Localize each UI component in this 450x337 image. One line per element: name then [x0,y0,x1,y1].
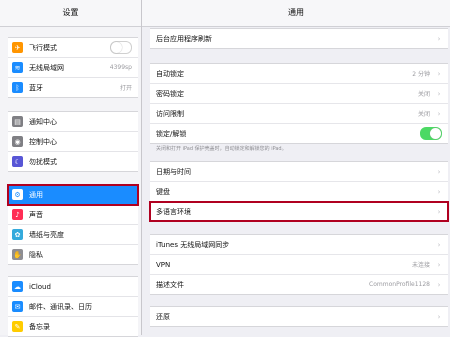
sidebar-item-label: 隐私 [29,250,43,259]
sidebar-item-bluetooth[interactable]: ᛒ 蓝牙 打开 [8,78,138,97]
chevron-right-icon: › [437,260,441,269]
notification-icon: ▤ [12,116,23,127]
group-locale: 日期与时间 › 键盘 › 多语言环境 › [149,161,449,222]
chevron-right-icon: › [437,207,441,216]
row-label: 描述文件 [156,280,184,289]
bluetooth-icon: ᛒ [12,82,23,93]
control-center-icon: ◉ [12,136,23,147]
row-background-app-refresh[interactable]: 后台应用程序刷新 › [150,29,448,48]
vpn-status-value: 未连接 [411,262,430,269]
group-background-refresh: 后台应用程序刷新 › [150,28,448,49]
sidebar-item-label: 无线局域网 [29,63,64,72]
sidebar-item-label: 声音 [29,210,43,219]
row-label: 自动锁定 [156,69,184,78]
row-lock-unlock: 锁定/解锁 [150,124,448,143]
chevron-right-icon: › [437,89,441,98]
chevron-right-icon: › [437,109,441,118]
sidebar-item-general[interactable]: ⚙ 通用 [7,184,139,206]
sidebar-group-general: ⚙ 通用 ♪ 声音 ✿ 墙纸与亮度 ✋ 隐私 [7,184,139,265]
row-label: 键盘 [156,187,170,196]
sidebar-item-control-center[interactable]: ◉ 控制中心 [8,132,138,152]
sidebar-group-connectivity: ✈ 飞行模式 ≋ 无线局域网 4399sp ᛒ 蓝牙 打开 [8,37,138,98]
wifi-icon: ≋ [12,62,23,73]
row-itunes-wifi-sync[interactable]: iTunes 无线局域网同步 › [150,235,448,255]
sidebar-item-label: iCloud [29,282,51,291]
settings-window: 设置 ✈ 飞行模式 ≋ 无线局域网 4399sp ᛒ 蓝牙 打开 ▤ 通知中心 [0,0,450,337]
row-keyboard[interactable]: 键盘 › [150,182,448,202]
sidebar-item-label: 墙纸与亮度 [29,230,64,239]
sidebar-item-label: 通知中心 [29,117,57,126]
chevron-right-icon: › [437,280,441,289]
sidebar-item-label: 飞行模式 [29,43,57,52]
row-label: 多语言环境 [156,207,191,216]
gear-icon: ⚙ [12,189,23,200]
sidebar-item-wallpaper[interactable]: ✿ 墙纸与亮度 [8,225,138,245]
sidebar-group-accounts: ☁ iCloud ✉ 邮件、通讯录、日历 ✎ 备忘录 [8,276,138,337]
sidebar-item-label: 勿扰模式 [29,157,57,166]
sidebar-item-label: 控制中心 [29,137,57,146]
sidebar-title: 设置 [0,0,141,27]
sidebar-item-icloud[interactable]: ☁ iCloud [8,277,138,297]
page-title: 通用 [142,0,450,27]
row-profile[interactable]: 描述文件 CommonProfile1128 › [150,275,448,294]
mail-icon: ✉ [12,301,23,312]
row-label: iTunes 无线局域网同步 [156,240,230,249]
group-lock: 自动锁定 2 分钟 › 密码锁定 关闭 › 访问限制 关闭 › 锁定/解锁 [150,63,448,144]
lock-unlock-footnote: 关闭和打开 iPad 保护壳盖时，自动锁定和解锁您的 iPad。 [156,146,287,152]
profile-value: CommonProfile1128 [369,281,430,288]
moon-icon: ☾ [12,156,23,167]
wallpaper-icon: ✿ [12,229,23,240]
row-passcode-lock[interactable]: 密码锁定 关闭 › [150,84,448,104]
sidebar-item-label: 邮件、通讯录、日历 [29,302,92,311]
restrictions-value: 关闭 [417,111,430,118]
sidebar-item-notes[interactable]: ✎ 备忘录 [8,317,138,336]
sidebar-item-sounds[interactable]: ♪ 声音 [8,205,138,225]
cloud-icon: ☁ [12,281,23,292]
chevron-right-icon: › [437,34,441,43]
sidebar-item-mail-contacts-calendars[interactable]: ✉ 邮件、通讯录、日历 [8,297,138,317]
settings-sidebar: 设置 ✈ 飞行模式 ≋ 无线局域网 4399sp ᛒ 蓝牙 打开 ▤ 通知中心 [0,0,142,337]
sidebar-item-label: 通用 [29,190,43,199]
group-reset: 还原 › [150,306,448,327]
row-label: 日期与时间 [156,167,191,176]
bluetooth-status-value: 打开 [119,85,132,92]
auto-lock-value: 2 分钟 [412,71,430,78]
row-restrictions[interactable]: 访问限制 关闭 › [150,104,448,124]
sidebar-item-wifi[interactable]: ≋ 无线局域网 4399sp [8,58,138,78]
chevron-right-icon: › [437,240,441,249]
sidebar-item-privacy[interactable]: ✋ 隐私 [8,245,138,264]
row-date-time[interactable]: 日期与时间 › [150,162,448,182]
chevron-right-icon: › [437,312,441,321]
row-label: 访问限制 [156,109,184,118]
row-auto-lock[interactable]: 自动锁定 2 分钟 › [150,64,448,84]
airplane-mode-toggle[interactable] [110,41,132,54]
group-sync: iTunes 无线局域网同步 › VPN 未连接 › 描述文件 CommonPr… [150,234,448,295]
hand-icon: ✋ [12,249,23,260]
general-settings-panel: 通用 后台应用程序刷新 › 自动锁定 2 分钟 › 密码锁定 关闭 › 访问限制… [142,0,450,335]
notes-icon: ✎ [12,321,23,332]
row-label: 还原 [156,312,170,321]
chevron-right-icon: › [437,187,441,196]
speaker-icon: ♪ [12,209,23,220]
sidebar-item-airplane-mode[interactable]: ✈ 飞行模式 [8,38,138,58]
row-reset[interactable]: 还原 › [150,307,448,326]
row-label: 锁定/解锁 [156,129,187,138]
passcode-lock-value: 关闭 [417,91,430,98]
chevron-right-icon: › [437,167,441,176]
sidebar-item-notification-center[interactable]: ▤ 通知中心 [8,112,138,132]
row-label: VPN [156,260,171,269]
chevron-right-icon: › [437,69,441,78]
row-vpn[interactable]: VPN 未连接 › [150,255,448,275]
row-label: 密码锁定 [156,89,184,98]
wifi-network-value: 4399sp [109,64,132,71]
sidebar-item-label: 蓝牙 [29,83,43,92]
sidebar-item-label: 备忘录 [29,322,50,331]
row-international[interactable]: 多语言环境 › [149,201,449,222]
airplane-icon: ✈ [12,42,23,53]
sidebar-group-notifications: ▤ 通知中心 ◉ 控制中心 ☾ 勿扰模式 [8,111,138,172]
row-label: 后台应用程序刷新 [156,34,212,43]
lock-unlock-toggle[interactable] [420,127,442,140]
sidebar-item-do-not-disturb[interactable]: ☾ 勿扰模式 [8,152,138,171]
